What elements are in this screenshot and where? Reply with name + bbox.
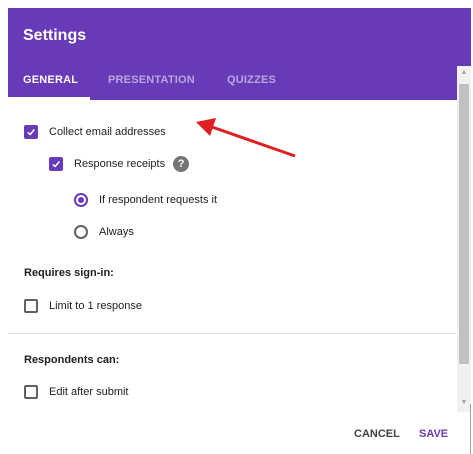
annotation-arrow-icon — [196, 118, 296, 158]
